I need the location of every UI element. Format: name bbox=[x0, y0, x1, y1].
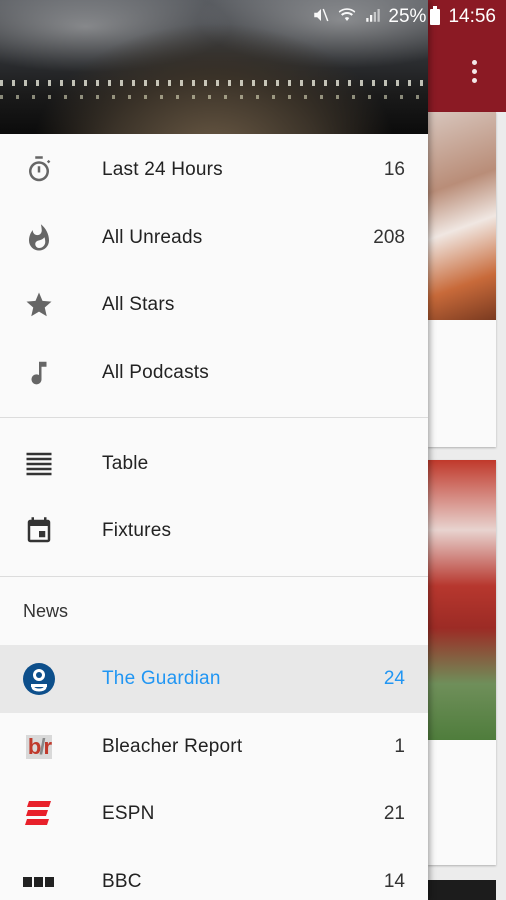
drawer-item-bbc[interactable]: BBC 14 bbox=[0, 848, 428, 900]
bleacher-report-logo-icon: b/r bbox=[25, 734, 53, 759]
drawer-item-all-podcasts[interactable]: All Podcasts bbox=[0, 339, 428, 407]
divider bbox=[0, 576, 428, 577]
signal-icon bbox=[364, 6, 382, 29]
drawer-item-label: All Stars bbox=[102, 294, 175, 315]
unread-count: 24 bbox=[383, 668, 405, 689]
stopwatch-icon bbox=[22, 153, 56, 187]
drawer-item-all-stars[interactable]: All Stars bbox=[0, 271, 428, 339]
drawer-item-label: All Unreads bbox=[102, 227, 203, 248]
drawer-item-fixtures[interactable]: Fixtures bbox=[0, 497, 428, 565]
article-image bbox=[428, 460, 496, 740]
drawer-item-the-guardian[interactable]: The Guardian 24 bbox=[0, 645, 428, 713]
drawer-item-table[interactable]: Table bbox=[0, 430, 428, 498]
drawer-item-label: All Podcasts bbox=[102, 362, 209, 383]
drawer-item-label: Table bbox=[102, 453, 149, 474]
unread-count: 16 bbox=[383, 159, 405, 180]
unread-count: 21 bbox=[383, 803, 405, 824]
unread-count: 1 bbox=[394, 736, 405, 757]
drawer-item-label: Last 24 Hours bbox=[102, 159, 223, 180]
mute-icon bbox=[312, 6, 330, 29]
bbc-logo-icon bbox=[22, 865, 56, 899]
stadium-lights bbox=[0, 95, 428, 99]
article-image bbox=[428, 112, 496, 320]
divider bbox=[0, 417, 428, 418]
unread-count: 208 bbox=[373, 227, 405, 248]
drawer-item-label: BBC bbox=[102, 871, 142, 892]
drawer-item-last-24-hours[interactable]: Last 24 Hours 16 bbox=[0, 136, 428, 204]
calendar-icon bbox=[22, 514, 56, 548]
drawer-item-label: ESPN bbox=[102, 803, 155, 824]
table-lines-icon bbox=[22, 447, 56, 481]
battery-icon bbox=[430, 6, 441, 25]
status-bar: 25% 14:56 bbox=[0, 0, 506, 34]
flame-icon bbox=[22, 221, 56, 255]
drawer-item-label: The Guardian bbox=[102, 668, 221, 689]
overflow-menu-icon[interactable] bbox=[464, 58, 484, 88]
navigation-drawer: Last 24 Hours 16 All Unreads 208 All Sta… bbox=[0, 0, 428, 900]
stadium-lights bbox=[0, 80, 428, 86]
drawer-item-label: Bleacher Report bbox=[102, 736, 243, 757]
espn-logo-icon bbox=[22, 797, 56, 831]
unread-count: 14 bbox=[383, 871, 405, 892]
battery-percentage: 25% bbox=[388, 6, 427, 27]
music-note-icon bbox=[22, 356, 56, 390]
article-card bbox=[428, 880, 496, 900]
drawer-item-bleacher-report[interactable]: b/r Bleacher Report 1 bbox=[0, 713, 428, 781]
drawer-item-all-unreads[interactable]: All Unreads 208 bbox=[0, 204, 428, 272]
wifi-icon bbox=[338, 6, 356, 29]
drawer-item-label: Fixtures bbox=[102, 520, 172, 541]
star-icon bbox=[22, 288, 56, 322]
section-title-news: News bbox=[23, 601, 69, 621]
drawer-item-espn[interactable]: ESPN 21 bbox=[0, 780, 428, 848]
guardian-logo-icon bbox=[22, 662, 56, 696]
clock: 14:56 bbox=[448, 6, 496, 27]
